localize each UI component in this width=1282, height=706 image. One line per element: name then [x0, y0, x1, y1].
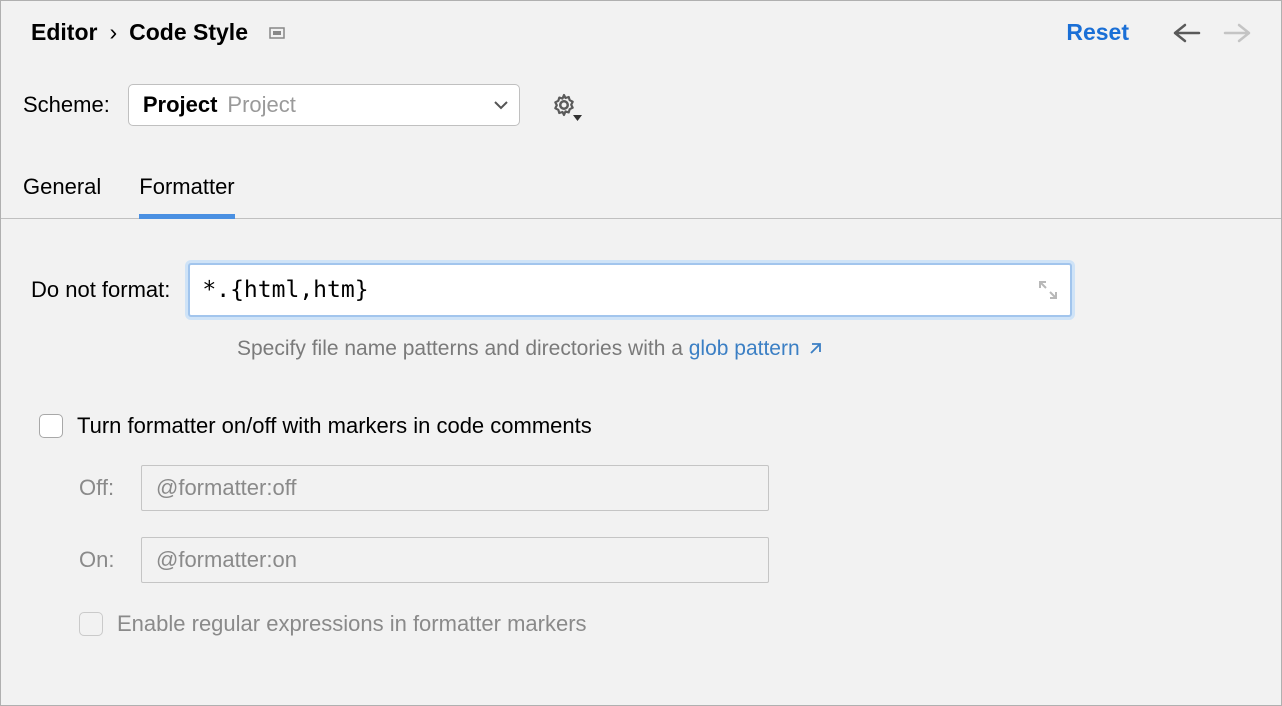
regex-checkbox — [79, 612, 103, 636]
on-marker-label: On: — [79, 547, 123, 573]
do-not-format-row: Do not format: — [31, 263, 1251, 317]
scheme-label: Scheme: — [23, 92, 110, 118]
show-in-project-icon[interactable] — [268, 24, 286, 42]
expand-icon[interactable] — [1038, 280, 1058, 300]
content: Do not format: Specify file name pattern… — [1, 219, 1281, 637]
markers-checkbox[interactable] — [39, 414, 63, 438]
on-marker-input — [141, 537, 769, 583]
chevron-down-icon — [493, 100, 509, 110]
off-marker-label: Off: — [79, 475, 123, 501]
on-marker-row: On: — [79, 537, 1251, 583]
forward-button — [1223, 23, 1251, 43]
external-link-icon — [808, 342, 822, 356]
tab-formatter[interactable]: Formatter — [139, 174, 234, 219]
breadcrumb-separator: › — [109, 19, 117, 46]
settings-panel: Editor › Code Style Reset — [0, 0, 1282, 706]
scheme-value-primary: Project — [143, 92, 218, 118]
back-button[interactable] — [1173, 23, 1201, 43]
tabs: General Formatter — [1, 126, 1281, 219]
off-marker-input — [141, 465, 769, 511]
scheme-row: Scheme: Project Project — [1, 46, 1281, 126]
hint-text: Specify file name patterns and directori… — [237, 337, 689, 360]
scheme-actions-button[interactable] — [550, 91, 578, 119]
markers-checkbox-label[interactable]: Turn formatter on/off with markers in co… — [77, 413, 592, 439]
off-marker-row: Off: — [79, 465, 1251, 511]
regex-checkbox-row: Enable regular expressions in formatter … — [79, 611, 1251, 637]
glob-pattern-link[interactable]: glob pattern — [689, 337, 822, 360]
header: Editor › Code Style Reset — [1, 1, 1281, 46]
do-not-format-input-wrap — [188, 263, 1072, 317]
scheme-select[interactable]: Project Project — [128, 84, 520, 126]
nav-arrows — [1173, 23, 1251, 43]
breadcrumb-editor[interactable]: Editor — [31, 19, 97, 46]
breadcrumb-code-style: Code Style — [129, 19, 248, 46]
do-not-format-input[interactable] — [188, 263, 1072, 317]
reset-button[interactable]: Reset — [1066, 19, 1129, 46]
scheme-value-secondary: Project — [227, 92, 295, 118]
tab-general[interactable]: General — [23, 174, 101, 219]
do-not-format-label: Do not format: — [31, 277, 170, 303]
breadcrumb: Editor › Code Style — [31, 19, 286, 46]
regex-checkbox-label: Enable regular expressions in formatter … — [117, 611, 587, 637]
do-not-format-hint: Specify file name patterns and directori… — [237, 337, 1251, 361]
markers-checkbox-row: Turn formatter on/off with markers in co… — [39, 413, 1251, 439]
